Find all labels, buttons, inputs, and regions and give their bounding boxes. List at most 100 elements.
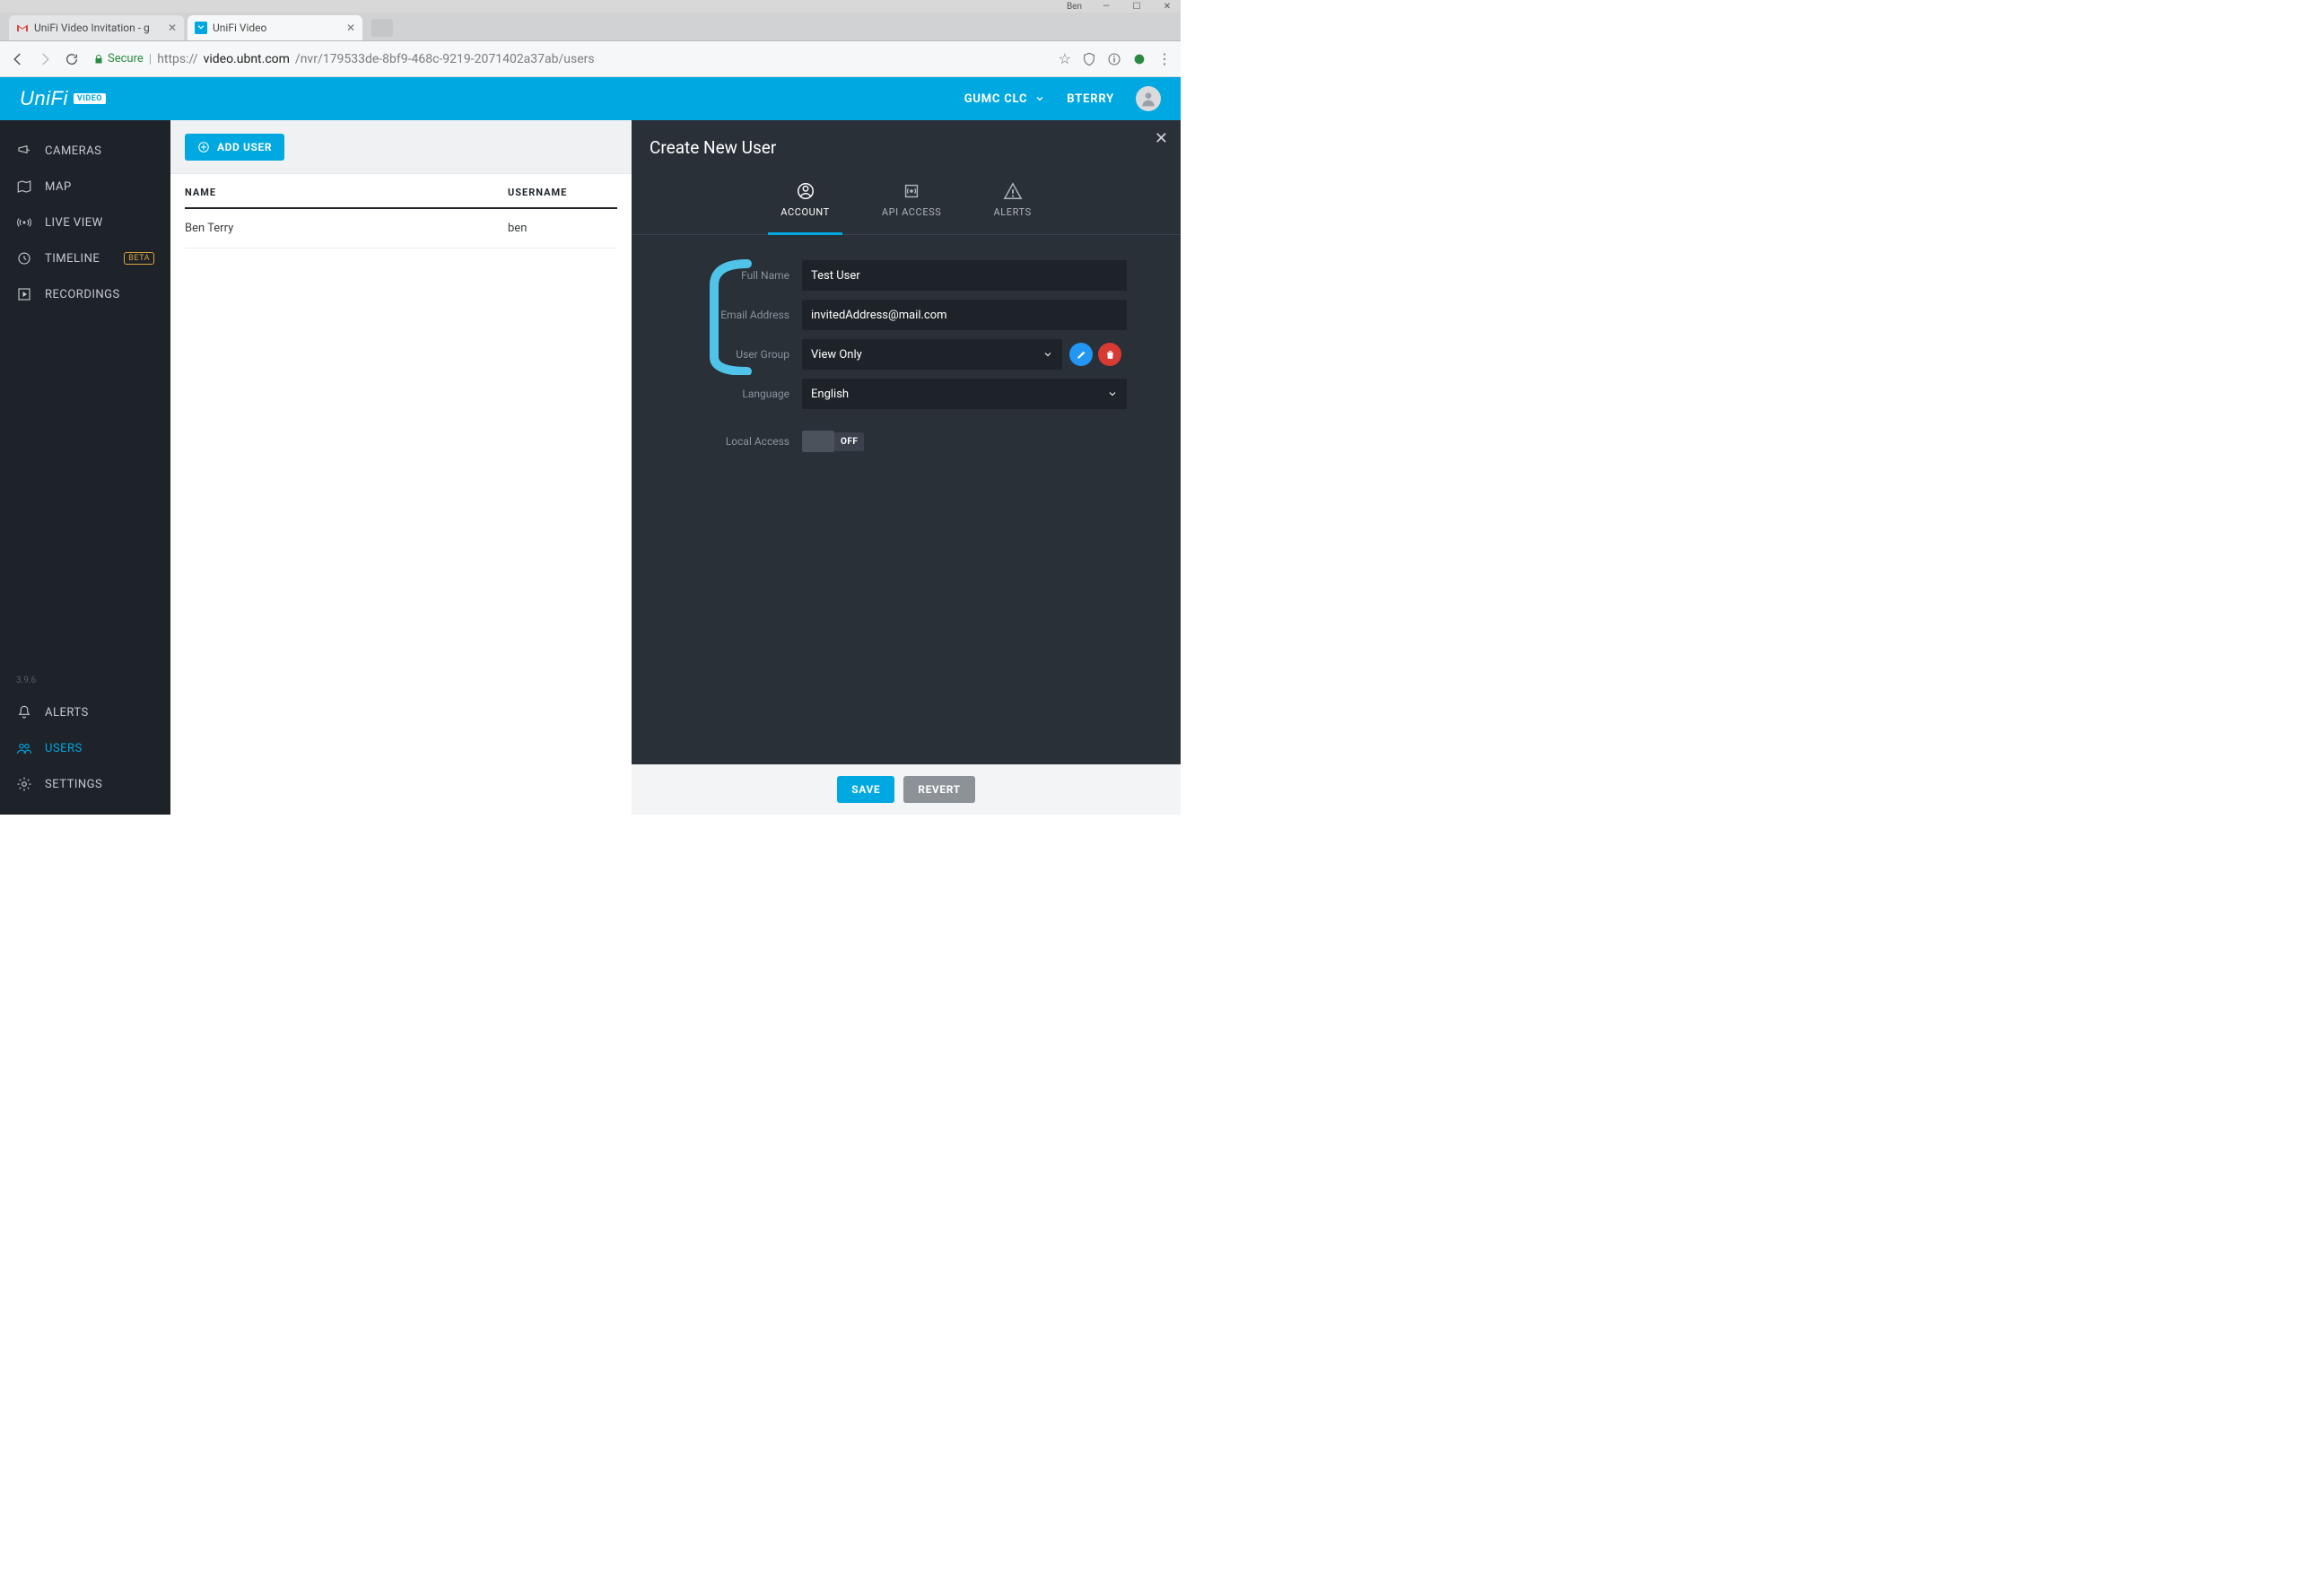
clock-icon bbox=[16, 250, 32, 266]
api-icon bbox=[902, 181, 921, 201]
chevron-down-icon bbox=[1034, 93, 1045, 104]
chevron-down-icon bbox=[1107, 388, 1118, 399]
sidebar-item-label: LIVE VIEW bbox=[45, 216, 103, 230]
sidebar-item-settings[interactable]: SETTINGS bbox=[0, 766, 170, 802]
tab-close-icon[interactable]: ✕ bbox=[346, 22, 355, 34]
new-tab-button[interactable] bbox=[371, 19, 393, 37]
window-maximize-icon[interactable]: ☐ bbox=[1130, 2, 1143, 12]
tab-label: API ACCESS bbox=[882, 206, 942, 218]
reload-icon[interactable] bbox=[63, 50, 81, 68]
plus-circle-icon bbox=[197, 141, 210, 153]
menu-dots-icon[interactable]: ⋮ bbox=[1157, 50, 1172, 67]
sidebar-item-label: ALERTS bbox=[45, 706, 89, 720]
tab-alerts[interactable]: ALERTS bbox=[990, 174, 1034, 225]
back-icon[interactable] bbox=[9, 50, 27, 68]
add-user-label: ADD USER bbox=[217, 141, 272, 153]
sidebar-item-liveview[interactable]: LIVE VIEW bbox=[0, 205, 170, 240]
secure-label: Secure bbox=[108, 52, 144, 65]
window-close-icon[interactable]: ✕ bbox=[1161, 2, 1173, 12]
user-group-select[interactable]: View Only bbox=[802, 339, 1062, 370]
info-icon[interactable] bbox=[1107, 52, 1121, 66]
sidebar-item-label: MAP bbox=[45, 180, 72, 194]
users-table-header: NAME USERNAME bbox=[185, 174, 617, 209]
email-input[interactable] bbox=[802, 300, 1127, 330]
drawer-title: Create New User bbox=[632, 120, 1181, 174]
sidebar-item-recordings[interactable]: RECORDINGS bbox=[0, 276, 170, 312]
drawer-tabs: ACCOUNT API ACCESS ALERTS bbox=[632, 174, 1181, 235]
beta-badge: BETA bbox=[124, 252, 154, 265]
address-bar[interactable]: Secure | https://video.ubnt.com/nvr/1795… bbox=[90, 47, 1050, 72]
tab-api-access[interactable]: API ACCESS bbox=[878, 174, 946, 225]
drawer-footer: SAVE REVERT bbox=[632, 764, 1181, 815]
browser-toolbar: Secure | https://video.ubnt.com/nvr/1795… bbox=[0, 41, 1181, 77]
profile-name: Ben bbox=[1067, 2, 1082, 12]
broadcast-icon bbox=[16, 214, 32, 231]
table-row[interactable]: Ben Terry ben bbox=[185, 209, 617, 249]
label-full-name: Full Name bbox=[650, 269, 802, 282]
label-email: Email Address bbox=[650, 309, 802, 321]
close-icon[interactable]: ✕ bbox=[1155, 129, 1168, 148]
revert-button[interactable]: REVERT bbox=[903, 776, 974, 803]
create-user-drawer: ✕ Create New User ACCOUNT API ACCESS ALE… bbox=[632, 120, 1181, 815]
map-icon bbox=[16, 179, 32, 195]
local-access-toggle[interactable]: OFF bbox=[802, 429, 864, 454]
app-logo[interactable]: UniFi VIDEO bbox=[20, 87, 106, 110]
url-host: video.ubnt.com bbox=[204, 52, 290, 66]
forward-icon[interactable] bbox=[36, 50, 54, 68]
language-select[interactable]: English bbox=[802, 379, 1127, 409]
cell-name: Ben Terry bbox=[185, 222, 508, 235]
logo-text: UniFi bbox=[20, 87, 68, 110]
sidebar-item-cameras[interactable]: CAMERAS bbox=[0, 133, 170, 169]
browser-tab[interactable]: UniFi Video Invitation - g ✕ bbox=[9, 15, 184, 40]
org-name: GUMC CLC bbox=[964, 92, 1028, 106]
gmail-icon bbox=[16, 22, 29, 34]
tab-title: UniFi Video bbox=[213, 22, 341, 34]
pencil-icon bbox=[1076, 349, 1087, 361]
label-language: Language bbox=[650, 388, 802, 400]
users-icon bbox=[16, 740, 32, 756]
window-titlebar: Ben — ☐ ✕ bbox=[0, 0, 1181, 13]
sidebar-item-map[interactable]: MAP bbox=[0, 169, 170, 205]
tab-label: ACCOUNT bbox=[781, 206, 830, 218]
extension-shield-icon[interactable] bbox=[1082, 52, 1096, 66]
users-toolbar: ADD USER bbox=[170, 120, 632, 174]
browser-tab[interactable]: UniFi Video ✕ bbox=[187, 15, 362, 40]
person-icon bbox=[1139, 90, 1157, 108]
sidebar-item-label: TIMELINE bbox=[45, 252, 100, 266]
add-user-button[interactable]: ADD USER bbox=[185, 134, 284, 161]
version-label: 3.9.6 bbox=[0, 667, 170, 694]
window-minimize-icon[interactable]: — bbox=[1100, 2, 1112, 12]
user-menu[interactable]: BTERRY bbox=[1067, 92, 1114, 106]
users-panel: ADD USER NAME USERNAME Ben Terry ben bbox=[170, 120, 632, 815]
tab-close-icon[interactable]: ✕ bbox=[168, 22, 177, 34]
bookmark-star-icon[interactable]: ☆ bbox=[1059, 50, 1071, 67]
sidebar-item-label: USERS bbox=[45, 742, 83, 755]
label-user-group: User Group bbox=[650, 348, 802, 361]
col-name-header: NAME bbox=[185, 187, 508, 198]
sidebar-item-label: RECORDINGS bbox=[45, 288, 120, 301]
delete-group-button[interactable] bbox=[1098, 343, 1121, 366]
org-dropdown[interactable]: GUMC CLC bbox=[964, 92, 1046, 106]
app-header: UniFi VIDEO GUMC CLC BTERRY bbox=[0, 77, 1181, 120]
cell-username: ben bbox=[508, 222, 617, 235]
tab-label: ALERTS bbox=[993, 206, 1031, 218]
tab-account[interactable]: ACCOUNT bbox=[777, 174, 833, 225]
edit-group-button[interactable] bbox=[1069, 343, 1093, 366]
sidebar-item-timeline[interactable]: TIMELINE BETA bbox=[0, 240, 170, 276]
extension-circle-icon[interactable] bbox=[1132, 52, 1147, 66]
user-group-value: View Only bbox=[811, 348, 862, 362]
sidebar-item-alerts[interactable]: ALERTS bbox=[0, 694, 170, 730]
gear-icon bbox=[16, 776, 32, 792]
play-square-icon bbox=[16, 286, 32, 302]
logo-badge: VIDEO bbox=[74, 93, 106, 104]
account-icon bbox=[796, 181, 815, 201]
toggle-state: OFF bbox=[834, 432, 864, 451]
secure-indicator: Secure bbox=[93, 52, 144, 65]
username-label: BTERRY bbox=[1067, 92, 1114, 106]
bell-icon bbox=[16, 704, 32, 720]
sidebar-item-label: CAMERAS bbox=[45, 144, 101, 158]
avatar[interactable] bbox=[1136, 86, 1161, 111]
sidebar-item-users[interactable]: USERS bbox=[0, 730, 170, 766]
save-button[interactable]: SAVE bbox=[837, 776, 894, 803]
full-name-input[interactable] bbox=[802, 260, 1127, 291]
